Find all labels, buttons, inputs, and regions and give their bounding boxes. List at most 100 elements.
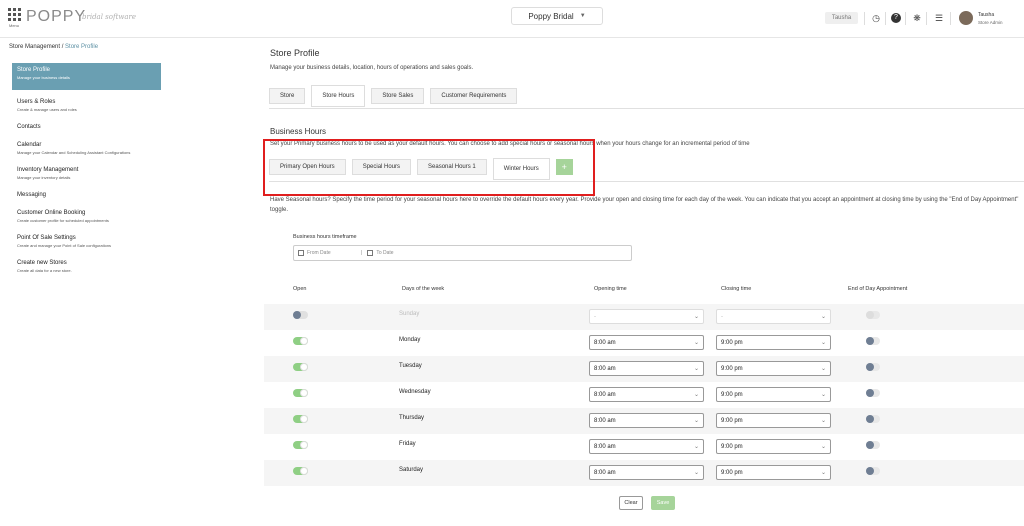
logo[interactable]: POPPY	[26, 8, 86, 26]
column-header-days: Days of the week	[402, 286, 445, 292]
sidebar-item-inventory[interactable]: Inventory Management Manage your invento…	[12, 164, 161, 183]
column-header-open: Open	[293, 286, 307, 292]
page-title: Store Profile	[270, 48, 320, 58]
tab-bar: Store Store Hours Store Sales Customer R…	[269, 85, 518, 107]
eod-toggle[interactable]	[866, 363, 880, 371]
sidebar-item-title: Messaging	[17, 192, 47, 198]
user-chip[interactable]: Tausha	[825, 12, 858, 24]
calendar-icon	[367, 250, 374, 256]
chevron-down-icon: ⌄	[693, 366, 699, 372]
opening-time-value: 8:00 am	[594, 391, 616, 398]
divider	[950, 12, 951, 25]
chevron-down-icon: ▼	[579, 13, 586, 19]
sidebar-item-pos-settings[interactable]: Point Of Sale Settings Create and manage…	[12, 232, 161, 251]
opening-time-select[interactable]: 8:00 am ⌄	[589, 387, 704, 402]
closing-time-select[interactable]: 9:00 pm ⌄	[716, 387, 831, 402]
opening-time-value: 8:00 am	[594, 365, 616, 372]
closing-time-select[interactable]: 9:00 pm ⌄	[716, 465, 831, 480]
column-header-eod: End of Day Appointment	[848, 286, 908, 292]
tab-store[interactable]: Store	[269, 88, 306, 104]
open-toggle[interactable]	[293, 441, 308, 449]
closing-time-value: -	[721, 313, 723, 320]
sidebar-item-messaging[interactable]: Messaging	[12, 189, 161, 201]
chevron-down-icon: ⌄	[693, 470, 699, 476]
sidebar-item-title: Store Profile	[17, 67, 51, 73]
sidebar-item-store-profile[interactable]: Store Profile Manage your business detai…	[12, 63, 161, 90]
open-toggle[interactable]	[293, 415, 308, 423]
closing-time-value: 9:00 pm	[721, 417, 743, 424]
eod-toggle[interactable]	[866, 389, 880, 397]
opening-time-select[interactable]: 8:00 am ⌄	[589, 465, 704, 480]
opening-time-select[interactable]: - ⌄	[589, 309, 704, 324]
sidebar-item-title: Calendar	[17, 142, 42, 148]
table-row: Wednesday 8:00 am ⌄ 9:00 pm ⌄	[264, 382, 1024, 408]
breadcrumb-parent[interactable]: Store Management	[9, 44, 60, 50]
timeframe-input[interactable]: From Date | To Date	[293, 245, 632, 261]
tab-store-hours[interactable]: Store Hours	[311, 85, 366, 107]
opening-time-select[interactable]: 8:00 am ⌄	[589, 439, 704, 454]
day-label: Tuesday	[399, 363, 422, 369]
store-name: Poppy Bridal	[528, 11, 574, 21]
open-toggle[interactable]	[293, 363, 308, 371]
tab-store-sales[interactable]: Store Sales	[371, 88, 425, 104]
menu-button[interactable]: Menu	[7, 8, 21, 28]
day-label: Friday	[399, 441, 416, 447]
day-label: Wednesday	[399, 389, 431, 395]
from-date-placeholder: From Date	[307, 250, 331, 256]
store-selector[interactable]: Poppy Bridal ▼	[511, 7, 603, 25]
closing-time-select[interactable]: 9:00 pm ⌄	[716, 361, 831, 376]
save-button[interactable]: Save	[651, 496, 675, 510]
open-toggle[interactable]	[293, 467, 308, 475]
tab-customer-requirements[interactable]: Customer Requirements	[430, 88, 518, 104]
sidebar-item-desc: Create & manage users and roles	[17, 107, 77, 112]
sidebar-item-online-booking[interactable]: Customer Online Booking Create customer …	[12, 207, 161, 226]
clear-button[interactable]: Clear	[619, 496, 643, 510]
eod-toggle[interactable]	[866, 467, 880, 475]
bug-icon[interactable]: ❋	[912, 13, 922, 23]
seasonal-description: Have Seasonal hours? Specify the time pe…	[270, 197, 1019, 213]
clock-icon[interactable]: ◷	[871, 13, 881, 23]
opening-time-select[interactable]: 8:00 am ⌄	[589, 361, 704, 376]
list-icon[interactable]: ☰	[934, 13, 944, 23]
table-row: Tuesday 8:00 am ⌄ 9:00 pm ⌄	[264, 356, 1024, 382]
sidebar-item-contacts[interactable]: Contacts	[12, 121, 161, 133]
sidebar-item-users-roles[interactable]: Users & Roles Create & manage users and …	[12, 96, 161, 115]
sidebar-item-title: Point Of Sale Settings	[17, 235, 76, 241]
sidebar-item-calendar[interactable]: Calendar Manage your Calendar and Schedu…	[12, 139, 161, 158]
table-row: Sunday - ⌄ - ⌄	[264, 304, 1024, 330]
day-label: Sunday	[399, 311, 420, 317]
opening-time-select[interactable]: 8:00 am ⌄	[589, 413, 704, 428]
closing-time-select[interactable]: - ⌄	[716, 309, 831, 324]
eod-toggle[interactable]	[866, 441, 880, 449]
eod-toggle[interactable]	[866, 415, 880, 423]
open-toggle[interactable]	[293, 311, 308, 319]
divider	[864, 12, 865, 25]
closing-time-select[interactable]: 9:00 pm ⌄	[716, 439, 831, 454]
sidebar-item-create-stores[interactable]: Create new Stores Create all data for a …	[12, 257, 161, 276]
avatar[interactable]	[959, 11, 973, 25]
open-toggle[interactable]	[293, 337, 308, 345]
top-bar: Menu POPPY bridal software Poppy Bridal …	[0, 0, 1024, 38]
chevron-down-icon: ⌄	[820, 314, 826, 320]
help-icon[interactable]: ?	[891, 13, 901, 23]
table-row: Monday 8:00 am ⌄ 9:00 pm ⌄	[264, 330, 1024, 356]
chevron-down-icon: ⌄	[820, 340, 826, 346]
date-separator: |	[361, 250, 363, 256]
chevron-down-icon: ⌄	[693, 314, 699, 320]
opening-time-select[interactable]: 8:00 am ⌄	[589, 335, 704, 350]
closing-time-select[interactable]: 9:00 pm ⌄	[716, 335, 831, 350]
user-role: Store Admin	[978, 20, 1003, 25]
to-date-placeholder[interactable]: To Date	[376, 250, 393, 256]
closing-time-select[interactable]: 9:00 pm ⌄	[716, 413, 831, 428]
breadcrumb-current: Store Profile	[65, 44, 99, 50]
eod-toggle[interactable]	[866, 337, 880, 345]
eod-toggle[interactable]	[866, 311, 880, 319]
section-title: Business Hours	[270, 127, 327, 136]
from-date-field[interactable]: From Date	[294, 250, 361, 256]
open-toggle[interactable]	[293, 389, 308, 397]
breadcrumb: Store Management / Store Profile	[9, 44, 98, 50]
sidebar-item-title: Contacts	[17, 124, 41, 130]
grid-icon	[7, 8, 21, 21]
hours-table: Sunday - ⌄ - ⌄ Monday 8:00 am ⌄ 9:00 pm ⌄ Tu…	[264, 304, 1024, 486]
sidebar-item-desc: Manage your Calendar and Scheduling Assi…	[17, 150, 131, 155]
